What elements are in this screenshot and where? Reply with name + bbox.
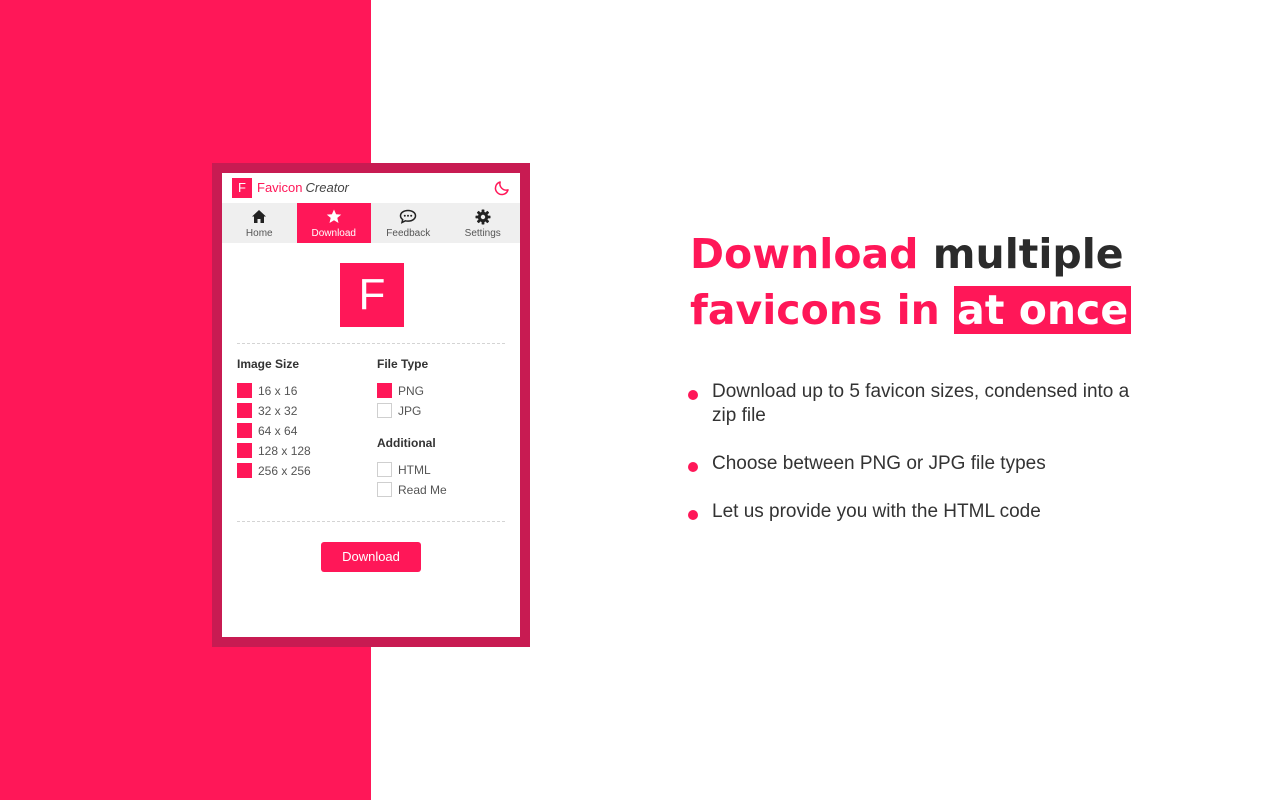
moon-icon[interactable] [493, 179, 511, 197]
bullet-dot [688, 390, 698, 400]
checkbox[interactable] [237, 423, 252, 438]
checkbox[interactable] [237, 403, 252, 418]
chat-bubble-icon [399, 209, 417, 224]
bullet-dot [688, 510, 698, 520]
headline-highlight: at once [954, 286, 1132, 334]
headline-text: multiple [918, 230, 1124, 278]
brand-name-part2: Creator [305, 180, 349, 195]
option-label: 32 x 32 [258, 404, 298, 418]
tab-settings-label: Settings [464, 228, 501, 239]
feature-text: Let us provide you with the HTML code [712, 501, 1041, 522]
option-label: 64 x 64 [258, 424, 298, 438]
headline: Download multiple favicons in at once [690, 226, 1132, 338]
tab-feedback-label: Feedback [386, 228, 431, 239]
divider [237, 521, 505, 522]
app-brand: Favicon Creator [257, 180, 349, 196]
star-icon [326, 209, 341, 223]
tab-download-label: Download [311, 228, 356, 239]
gear-icon [475, 209, 491, 225]
additional-title: Additional [377, 436, 436, 450]
file-type-title: File Type [377, 357, 429, 371]
favicon-preview: F [340, 263, 404, 327]
feature-text: Download up to 5 favicon sizes, condense… [712, 381, 1130, 426]
checkbox[interactable] [377, 462, 392, 477]
tab-download[interactable]: Download [296, 203, 371, 243]
tab-bar: Home Download Feedback Settings [222, 203, 520, 243]
checkbox[interactable] [377, 403, 392, 418]
option-label: JPG [398, 404, 422, 418]
brand-name-part1: Favicon [257, 180, 303, 195]
checkbox[interactable] [237, 443, 252, 458]
headline-accent-2: favicons in [690, 286, 940, 334]
tab-home[interactable]: Home [222, 203, 297, 243]
option-label: 256 x 256 [258, 464, 311, 478]
home-icon [252, 210, 267, 223]
feature-text: Choose between PNG or JPG file types [712, 453, 1046, 474]
tab-feedback[interactable]: Feedback [371, 203, 446, 243]
option-label: Read Me [398, 483, 447, 497]
extension-popup: F FaviconCreator Home Download Feedback [222, 173, 520, 637]
app-logo: F [232, 178, 252, 198]
divider [237, 343, 505, 344]
checkbox[interactable] [237, 463, 252, 478]
option-label: 16 x 16 [258, 384, 298, 398]
headline-accent: Download [690, 230, 919, 278]
headline-line-1: Download multiple [690, 226, 1131, 282]
headline-line-2: favicons in at once [690, 282, 1132, 338]
checkbox[interactable] [377, 482, 392, 497]
popup-header: F Favicon Creator [222, 173, 520, 203]
download-button[interactable]: Download [321, 542, 421, 572]
option-label: HTML [398, 463, 431, 477]
bullet-dot [688, 462, 698, 472]
option-label: 128 x 128 [258, 444, 311, 458]
tab-home-label: Home [245, 228, 273, 239]
checkbox[interactable] [237, 383, 252, 398]
tab-settings[interactable]: Settings [446, 203, 521, 243]
image-size-title: Image Size [237, 357, 300, 371]
checkbox[interactable] [377, 383, 392, 398]
option-label: PNG [398, 384, 425, 398]
